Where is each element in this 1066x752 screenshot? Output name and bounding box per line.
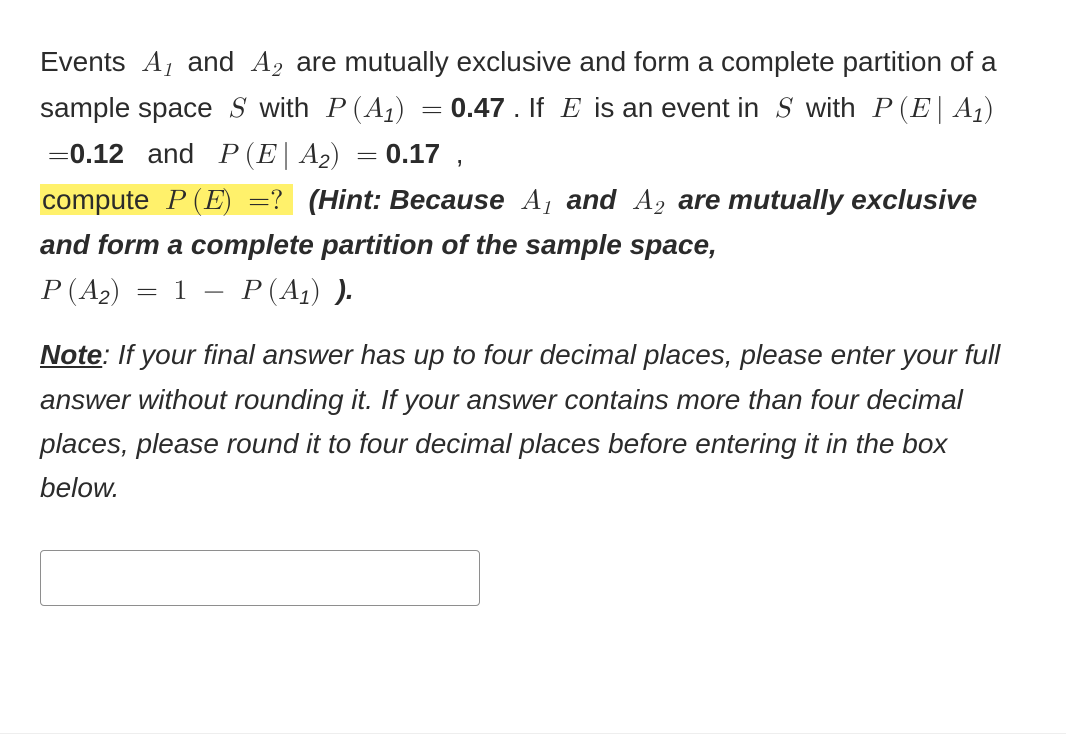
math-P: P (325, 95, 344, 123)
note-block: Note: If your final answer has up to fou… (40, 333, 1026, 510)
math-A2: A2 (250, 49, 281, 77)
text-segment: and (188, 46, 235, 77)
value-PEa2: 0.17 (386, 138, 441, 169)
text-segment: . If (513, 92, 544, 123)
highlighted-task: compute P (E) =? (40, 184, 293, 215)
math-S: S (228, 95, 244, 123)
text-segment: and (147, 138, 194, 169)
question-text: Events A1 and A2 are mutually exclusive … (40, 40, 1026, 313)
text-segment: with (259, 92, 309, 123)
answer-input[interactable] (40, 550, 480, 606)
note-text: : If your final answer has up to four de… (40, 339, 1000, 503)
math-A1: A1 (141, 49, 172, 77)
divider (0, 733, 1066, 734)
value-PA1: 0.47 (451, 92, 506, 123)
math-E: E (560, 95, 579, 123)
value-PEa1: 0.12 (70, 138, 125, 169)
text-segment: with (806, 92, 856, 123)
text-segment: , (456, 138, 464, 169)
question-container: Events A1 and A2 are mutually exclusive … (0, 0, 1066, 752)
text-segment: Events (40, 46, 126, 77)
text-segment: is an event in (594, 92, 759, 123)
note-label: Note (40, 339, 102, 370)
